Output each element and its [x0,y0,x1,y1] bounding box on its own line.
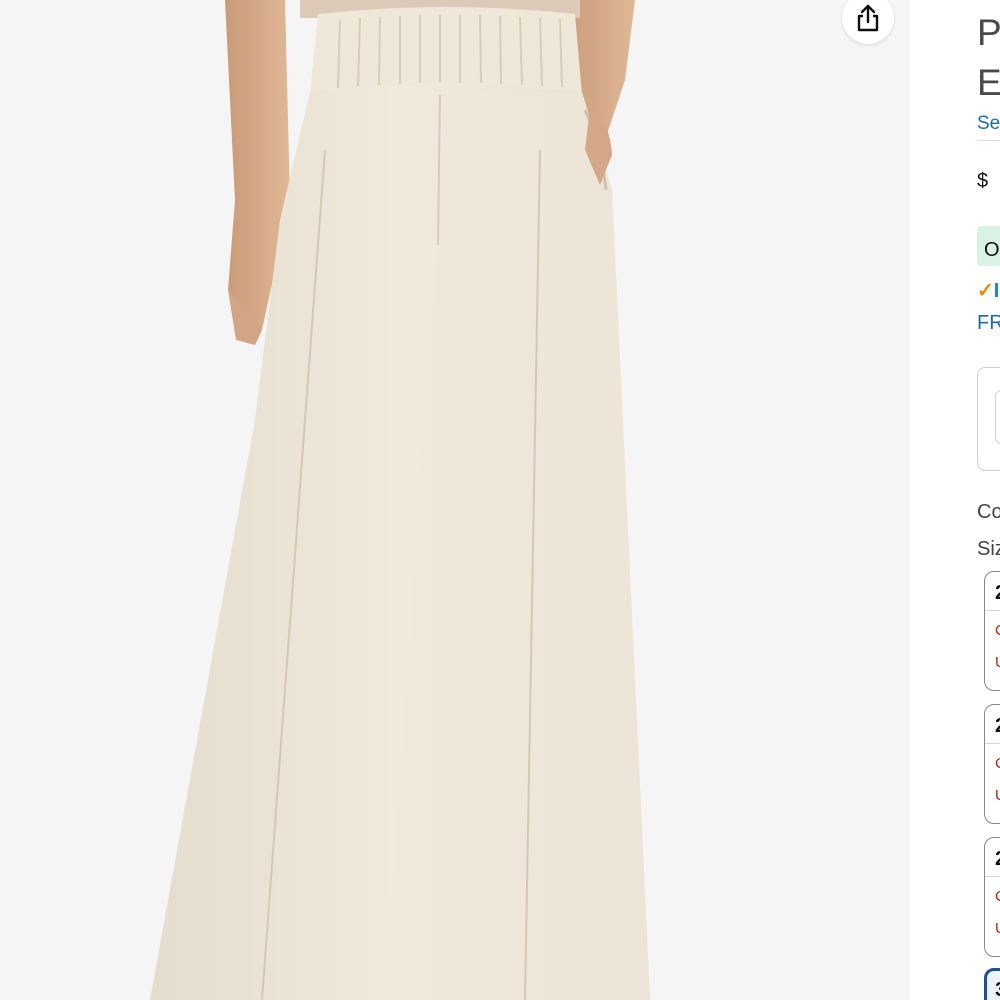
size-option-value: 2 [995,848,1000,871]
size-option-divider [985,743,1000,744]
size-option-value: 3 [995,979,1000,1000]
free-delivery-text: FR [977,312,1000,334]
deal-badge-label: O [984,239,1000,261]
size-option-divider [985,610,1000,611]
quantity-select[interactable] [995,390,1000,444]
prime-label: I [993,280,1000,302]
prime-badge: ✓I [977,278,999,303]
size-option-status: C [995,755,1000,772]
size-option-value: 2 [995,715,1000,738]
product-details-panel: P/ E Sea $ O ✓I FR Co Siz 2 C U 2 C U 2 … [910,0,1000,1000]
size-option-status: C [995,888,1000,905]
share-icon [857,4,879,32]
size-option[interactable]: 2 C U [984,837,1000,957]
size-option-note: U [995,787,1000,804]
size-option-status: C [995,622,1000,639]
size-option-note: U [995,920,1000,937]
size-label: Siz [977,538,1000,560]
size-option-value: 2 [995,582,1000,605]
prime-check-icon: ✓ [977,280,994,302]
size-option-divider [985,876,1000,877]
product-title-line-1: P/ [977,12,1000,53]
size-option-note: U [995,654,1000,671]
price: $ [977,170,989,192]
size-option[interactable]: 2 C U [984,571,1000,691]
product-title-line-2: E [977,62,1000,103]
size-option[interactable]: 2 C U [984,704,1000,824]
deal-badge: O [977,226,1000,266]
product-image[interactable] [0,0,910,1000]
pants-image [150,0,650,1000]
color-label: Co [977,501,1000,523]
store-link[interactable]: Sea [977,113,1000,135]
size-option-selected[interactable]: 3 [984,968,1000,1000]
divider [977,140,1000,141]
